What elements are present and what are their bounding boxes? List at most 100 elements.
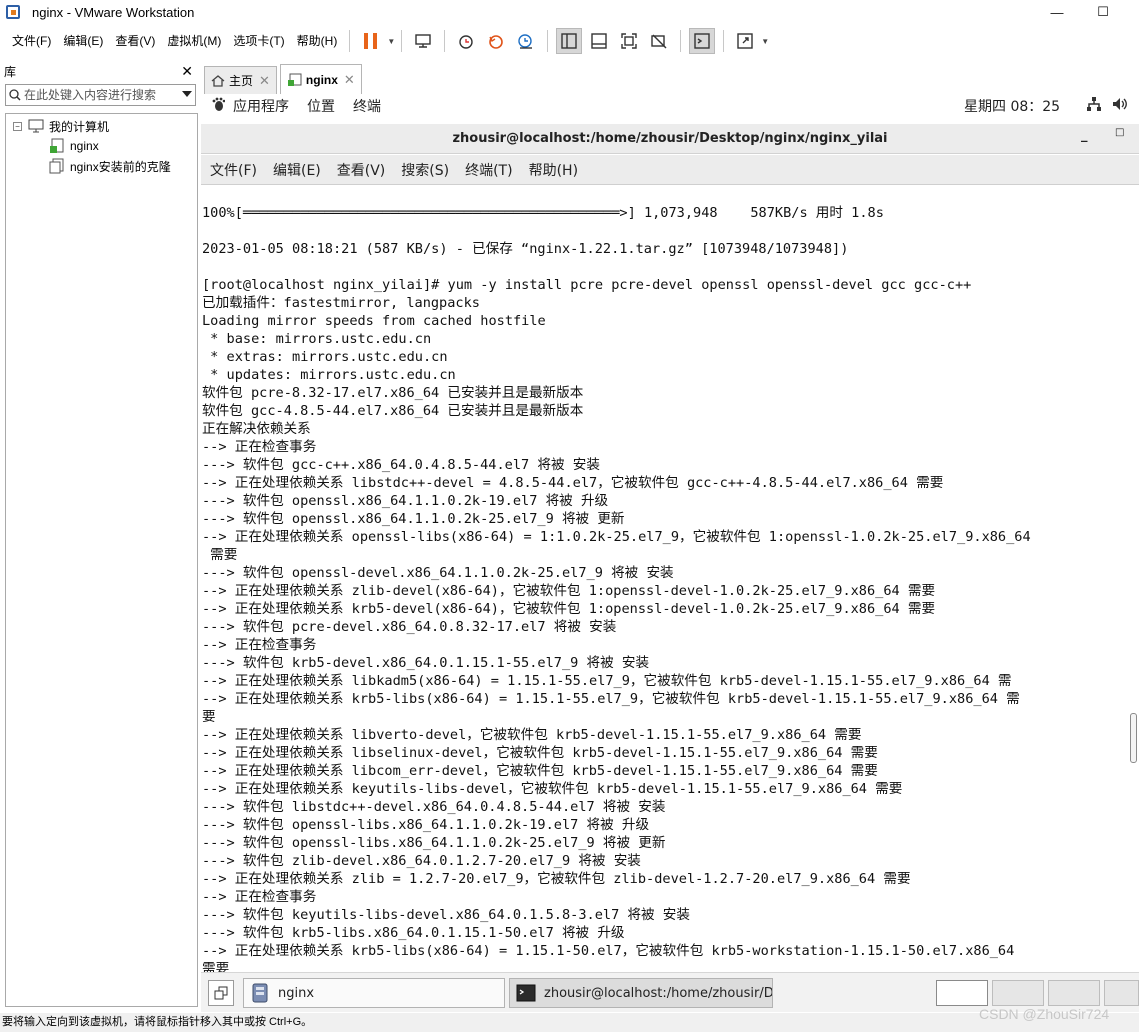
terminal-line: ---> 软件包 krb5-devel.x86_64.0.1.15.1-55.e…: [202, 655, 650, 671]
gnome-clock[interactable]: 星期四 08：25: [964, 96, 1060, 116]
chevron-down-icon[interactable]: [182, 91, 192, 97]
tree-item-label: nginx: [70, 139, 99, 153]
terminal-app-icon: [516, 983, 536, 1003]
fullscreen-button[interactable]: [616, 28, 642, 54]
snapshot-clock-icon: [459, 35, 473, 49]
snapshot-manager-icon: [518, 34, 533, 49]
chevron-down-icon[interactable]: ▼: [761, 37, 769, 46]
network-icon[interactable]: [1086, 96, 1102, 116]
workspace-2[interactable]: [992, 980, 1044, 1006]
vm-console[interactable]: 应用程序 位置 终端 星期四 08：25 zhousir@localhost:/…: [201, 94, 1139, 972]
vm-running-icon: [50, 138, 64, 153]
terminal-menu-file[interactable]: 文件(F): [210, 160, 257, 180]
library-search-input[interactable]: [24, 88, 174, 102]
terminal-output[interactable]: 100%[═══════════════════════════════════…: [201, 186, 1139, 972]
terminal-line: --> 正在处理依赖关系 krb5-libs(x86-64) = 1.15.1-…: [202, 691, 1020, 707]
gnome-menu-applications[interactable]: 应用程序: [233, 96, 289, 116]
taskbar-item-label: nginx: [278, 985, 315, 1001]
terminal-line: --> 正在处理依赖关系 keyutils-libs-devel，它被软件包 k…: [202, 781, 903, 797]
chevron-down-icon[interactable]: ▼: [387, 37, 395, 46]
gnome-menu-places[interactable]: 位置: [307, 96, 335, 116]
watermark: CSDN @ZhouSir724: [979, 1006, 1110, 1022]
terminal-line: ---> 软件包 pcre-devel.x86_64.0.8.32-17.el7…: [202, 619, 617, 635]
vm-icon: [49, 158, 64, 174]
stretch-view-button[interactable]: [732, 28, 758, 54]
tree-item-nginx-clone[interactable]: nginx安装前的克隆: [49, 156, 171, 176]
library-search[interactable]: [5, 84, 196, 106]
pause-vm-button[interactable]: [358, 28, 384, 54]
terminal-maximize-button[interactable]: □: [1115, 127, 1124, 138]
show-desktop-button[interactable]: [208, 979, 234, 1006]
show-desktop-icon: [214, 986, 228, 999]
terminal-titlebar: zhousir@localhost:/home/zhousir/Desktop/…: [201, 124, 1139, 154]
terminal-line: --> 正在处理依赖关系 libcom_err-devel，它被软件包 krb5…: [202, 763, 878, 779]
terminal-line: --> 正在处理依赖关系 libkadm5(x86-64) = 1.15.1-5…: [202, 673, 1012, 689]
terminal-menu-view[interactable]: 查看(V): [337, 160, 386, 180]
vm-running-icon: [287, 73, 302, 86]
workspace-1[interactable]: [936, 980, 988, 1006]
snapshot-manager-button[interactable]: [513, 28, 539, 54]
terminal-menu-edit[interactable]: 编辑(E): [273, 160, 321, 180]
toolbar-separator: [349, 30, 351, 52]
terminal-line: 已加载插件：fastestmirror, langpacks: [202, 295, 480, 311]
close-tab-icon[interactable]: ✕: [344, 72, 355, 88]
terminal-line: --> 正在处理依赖关系 libselinux-devel，它被软件包 krb5…: [202, 745, 878, 761]
close-library-icon[interactable]: ✕: [181, 63, 193, 80]
tree-item-label: 我的计算机: [49, 119, 110, 134]
collapse-icon[interactable]: −: [13, 121, 22, 131]
terminal-line: ---> 软件包 openssl-devel.x86_64.1.1.0.2k-2…: [202, 565, 674, 581]
pause-icon: [364, 33, 378, 49]
send-ctrl-alt-del-button[interactable]: [410, 28, 436, 54]
terminal-menu-search[interactable]: 搜索(S): [401, 160, 449, 180]
terminal-line: 100%[═══════════════════════════════════…: [202, 205, 884, 221]
console-view-button[interactable]: [689, 28, 716, 54]
thumbnail-bar-button[interactable]: [586, 28, 612, 54]
terminal-line: --> 正在处理依赖关系 libstdc++-devel = 4.8.5-44.…: [202, 475, 944, 491]
tab-nginx[interactable]: nginx ✕: [279, 64, 362, 94]
terminal-line: * extras: mirrors.ustc.edu.cn: [202, 349, 448, 365]
menu-file[interactable]: 文件(F): [6, 30, 57, 52]
toolbar-separator: [444, 30, 446, 52]
gnome-menu-terminal[interactable]: 终端: [353, 96, 381, 116]
home-icon: [211, 75, 225, 87]
terminal-menu-terminal[interactable]: 终端(T): [465, 160, 512, 180]
close-window-button[interactable]: [1120, 0, 1139, 24]
taskbar-item-terminal[interactable]: zhousir@localhost:/home/zhousir/D···: [509, 978, 773, 1008]
close-tab-icon[interactable]: ✕: [259, 73, 270, 89]
workspace-3[interactable]: [1048, 980, 1100, 1006]
terminal-line: 软件包 pcre-8.32-17.el7.x86_64 已安装并且是最新版本: [202, 385, 584, 401]
terminal-line: ---> 软件包 openssl-libs.x86_64.1.1.0.2k-25…: [202, 835, 666, 851]
workspace-4[interactable]: [1104, 980, 1139, 1006]
minimize-button[interactable]: —: [1034, 0, 1080, 24]
menu-tabs[interactable]: 选项卡(T): [227, 30, 290, 52]
revert-snapshot-button[interactable]: [483, 28, 509, 54]
tab-label: 主页: [229, 74, 254, 88]
terminal-menu-help[interactable]: 帮助(H): [529, 160, 578, 180]
unity-button[interactable]: [646, 28, 672, 54]
terminal-scrollbar-thumb[interactable]: [1130, 713, 1137, 763]
volume-icon[interactable]: [1112, 96, 1128, 116]
menu-edit[interactable]: 编辑(E): [57, 30, 109, 52]
terminal-line: * updates: mirrors.ustc.edu.cn: [202, 367, 456, 383]
terminal-line: 需要: [202, 961, 230, 972]
terminal-line: ---> 软件包 openssl.x86_64.1.1.0.2k-19.el7 …: [202, 493, 609, 509]
terminal-minimize-button[interactable]: _: [1081, 128, 1088, 143]
terminal-line: ---> 软件包 keyutils-libs-devel.x86_64.0.1.…: [202, 907, 690, 923]
tree-item-nginx[interactable]: nginx: [49, 136, 99, 156]
menu-view[interactable]: 查看(V): [109, 30, 161, 52]
terminal-menubar: 文件(F) 编辑(E) 查看(V) 搜索(S) 终端(T) 帮助(H): [201, 155, 1139, 185]
fullscreen-icon: [621, 33, 637, 49]
tree-item-label: nginx安装前的克隆: [70, 159, 171, 174]
window-titlebar: nginx - VMware Workstation — ☐: [0, 0, 1139, 24]
tree-item-my-computer[interactable]: − 我的计算机: [13, 116, 109, 136]
status-text: 要将输入定向到该虚拟机，请将鼠标指针移入其中或按 Ctrl+G。: [2, 1016, 313, 1028]
menu-help[interactable]: 帮助(H): [291, 30, 344, 52]
show-library-button[interactable]: [556, 28, 583, 54]
taskbar-item-nginx[interactable]: nginx: [243, 978, 505, 1008]
menu-vm[interactable]: 虚拟机(M): [161, 30, 227, 52]
snapshot-button[interactable]: [453, 28, 479, 54]
tab-home[interactable]: 主页 ✕: [204, 66, 277, 94]
terminal-line: * base: mirrors.ustc.edu.cn: [202, 331, 432, 347]
terminal-line: [root@localhost nginx_yilai]# yum -y ins…: [202, 277, 972, 293]
